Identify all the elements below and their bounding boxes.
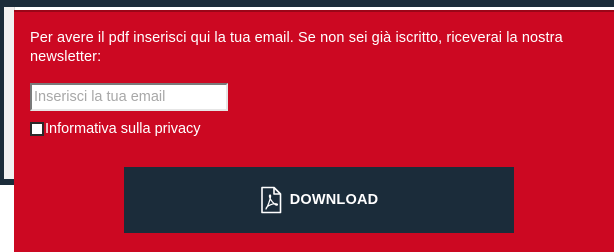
email-input[interactable] <box>30 83 228 111</box>
download-button[interactable]: DOWNLOAD <box>124 167 514 233</box>
download-label: DOWNLOAD <box>289 192 379 208</box>
instruction-text: Per avere il pdf inserisci qui la tua em… <box>30 30 563 65</box>
privacy-label[interactable]: Informativa sulla privacy <box>45 120 201 138</box>
pdf-file-icon <box>260 186 282 214</box>
top-border <box>0 0 614 7</box>
privacy-row[interactable]: Informativa sulla privacy <box>30 120 201 138</box>
left-border <box>0 0 15 185</box>
privacy-checkbox[interactable] <box>30 122 44 136</box>
pdf-request-panel: Per avere il pdf inserisci qui la tua em… <box>14 10 614 252</box>
